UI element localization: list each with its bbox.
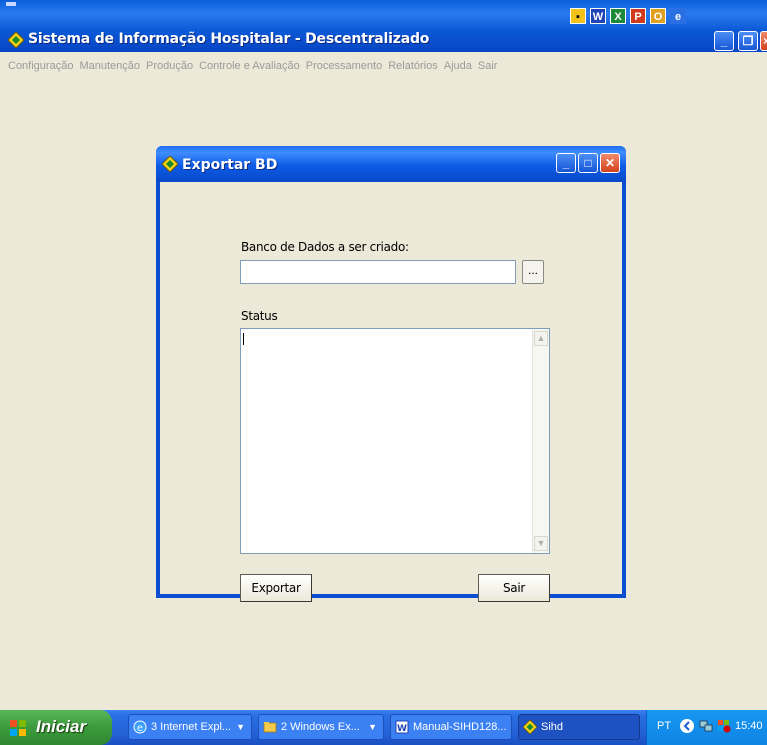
system-menu-icon[interactable] [6, 2, 16, 6]
excel-icon[interactable]: X [610, 8, 626, 24]
outlook-icon[interactable]: O [650, 8, 666, 24]
main-title-bar: Sistema de Informação Hospitalar - Desce… [0, 0, 767, 52]
menu-ajuda[interactable]: Ajuda [444, 60, 472, 72]
start-label: Iniciar [36, 717, 87, 736]
task-label: Sihd [541, 721, 564, 733]
dialog-title-bar[interactable]: Exportar BD _ □ ✕ [156, 146, 626, 182]
status-label: Status [241, 309, 278, 323]
dialog-title: Exportar BD [182, 157, 278, 173]
menu-relatorios[interactable]: Relatórios [388, 60, 438, 72]
scroll-up-icon[interactable]: ▲ [534, 331, 548, 346]
menu-processamento[interactable]: Processamento [306, 60, 382, 72]
system-tray: PT 15:40 [646, 710, 767, 745]
main-window-title: Sistema de Informação Hospitalar - Desce… [28, 31, 430, 47]
menu-configuracao[interactable]: Configuração [8, 60, 73, 72]
browse-button[interactable]: ... [522, 260, 544, 284]
minimize-button[interactable]: _ [714, 31, 734, 51]
internet-explorer-icon: e [133, 720, 147, 734]
chevron-down-icon: ▼ [236, 722, 245, 732]
text-caret [243, 333, 244, 345]
start-button[interactable]: Iniciar [0, 710, 112, 745]
status-line [0, 702, 767, 710]
dialog-minimize-button[interactable]: _ [556, 153, 576, 173]
status-textarea[interactable]: ▲ ▼ [240, 328, 550, 554]
language-indicator[interactable]: PT [657, 720, 671, 732]
scroll-down-icon[interactable]: ▼ [534, 536, 548, 551]
chevron-down-icon: ▼ [368, 722, 377, 732]
exit-button[interactable]: Sair [478, 574, 550, 602]
export-button[interactable]: Exportar [240, 574, 312, 602]
svg-text:e: e [137, 723, 143, 734]
menu-sair[interactable]: Sair [478, 60, 498, 72]
sihd-app-icon[interactable] [8, 32, 24, 48]
taskbar: Iniciar e 3 Internet Expl... ▼ 2 Windows… [0, 710, 767, 745]
menu-controle-avaliacao[interactable]: Controle e Avaliação [199, 60, 300, 72]
svg-text:W: W [397, 724, 407, 734]
task-label: Manual-SIHD128... [413, 721, 507, 733]
folder-icon [263, 722, 277, 733]
taskbar-item-manual[interactable]: W Manual-SIHD128... [390, 714, 512, 740]
network-icon[interactable] [699, 719, 713, 733]
db-name-label: Banco de Dados a ser criado: [241, 240, 409, 254]
menu-bar: Configuração Manutenção Produção Control… [0, 56, 767, 76]
close-button[interactable]: × [760, 31, 767, 51]
menu-producao[interactable]: Produção [146, 60, 193, 72]
task-label: 2 Windows Ex... [281, 721, 360, 733]
taskbar-item-windows-explorer[interactable]: 2 Windows Ex... ▼ [258, 714, 384, 740]
windows-flag-icon [10, 720, 26, 736]
powerpoint-icon[interactable]: P [630, 8, 646, 24]
sihd-app-icon [162, 156, 178, 172]
export-dialog: Exportar BD _ □ ✕ Banco de Dados a ser c… [156, 146, 626, 602]
chevron-left-icon[interactable] [679, 718, 695, 734]
dialog-close-button[interactable]: ✕ [600, 153, 620, 173]
db-name-input[interactable] [240, 260, 516, 284]
taskbar-item-sihd[interactable]: Sihd [518, 714, 640, 740]
excel-like-icon[interactable]: ▪ [570, 8, 586, 24]
internet-explorer-icon[interactable]: e [670, 8, 686, 24]
word-doc-icon: W [395, 720, 409, 734]
clock: 15:40 [735, 720, 763, 732]
status-scrollbar[interactable]: ▲ ▼ [532, 329, 549, 553]
dialog-maximize-button[interactable]: □ [578, 153, 598, 173]
dialog-body: Banco de Dados a ser criado: ... Status … [160, 182, 622, 602]
security-alert-icon[interactable] [717, 719, 731, 733]
menu-manutencao[interactable]: Manutenção [79, 60, 140, 72]
quick-launch-bar: ▪ W X P O e [570, 8, 686, 24]
restore-button[interactable]: ❐ [738, 31, 758, 51]
word-icon[interactable]: W [590, 8, 606, 24]
task-label: 3 Internet Expl... [151, 721, 232, 733]
sihd-app-icon [523, 720, 537, 734]
taskbar-item-internet-explorer[interactable]: e 3 Internet Expl... ▼ [128, 714, 252, 740]
